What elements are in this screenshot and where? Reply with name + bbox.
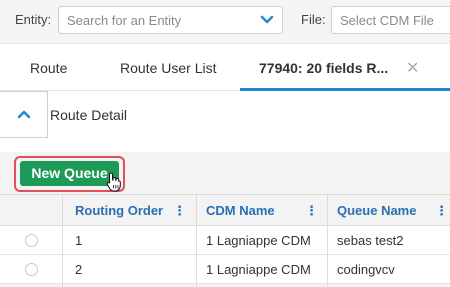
routing-order-cell: 1 (75, 233, 83, 248)
entity-search-field[interactable] (58, 6, 283, 34)
cdm-name-cell: 1 Lagniappe CDM (206, 262, 311, 277)
entity-search-input[interactable] (67, 12, 252, 28)
route-detail-section: Route Detail (0, 91, 450, 152)
new-queue-button[interactable]: New Queue (20, 161, 119, 186)
row-select-radio[interactable] (25, 234, 38, 247)
table-row[interactable]: 2 1 Lagniappe CDM codingvcv (0, 255, 450, 284)
tab-route-record[interactable]: 77940: 20 fields R... (259, 60, 388, 76)
route-detail-title: Route Detail (50, 107, 128, 123)
filter-bar: Entity: File: (0, 0, 450, 44)
routing-order-cell: 2 (75, 262, 83, 277)
column-header-routing-order[interactable]: Routing Order (75, 203, 163, 218)
cdm-file-select[interactable] (331, 6, 450, 34)
entity-label: Entity: (15, 12, 52, 27)
column-divider (196, 194, 197, 287)
tab-route-user-list[interactable]: Route User List (120, 60, 216, 76)
cdm-file-input[interactable] (340, 12, 450, 28)
column-divider (327, 194, 328, 287)
tab-route[interactable]: Route (30, 60, 67, 76)
chevron-up-icon (17, 110, 31, 119)
column-menu-icon[interactable]: ⋮ (305, 203, 318, 219)
column-header-cdm-name[interactable]: CDM Name (206, 203, 275, 218)
table-header: Routing Order ⋮ CDM Name ⋮ Queue Name ⋮ (0, 194, 450, 226)
chevron-down-icon[interactable] (260, 14, 274, 26)
row-select-radio[interactable] (25, 263, 38, 276)
table-row[interactable]: 1 1 Lagniappe CDM sebas test2 (0, 226, 450, 255)
hand-cursor-icon (106, 172, 121, 192)
queue-name-cell: codingvcv (337, 262, 395, 277)
close-icon[interactable]: ✕ (406, 58, 419, 78)
column-divider (62, 194, 63, 287)
queue-name-cell: sebas test2 (337, 233, 404, 248)
tab-bar: Route Route User List 77940: 20 fields R… (0, 45, 450, 91)
column-header-queue-name[interactable]: Queue Name (337, 203, 416, 218)
cdm-name-cell: 1 Lagniappe CDM (206, 233, 311, 248)
collapse-button[interactable] (0, 91, 48, 138)
file-label: File: (301, 12, 326, 27)
column-menu-icon[interactable]: ⋮ (435, 203, 448, 219)
column-menu-icon[interactable]: ⋮ (173, 203, 186, 219)
